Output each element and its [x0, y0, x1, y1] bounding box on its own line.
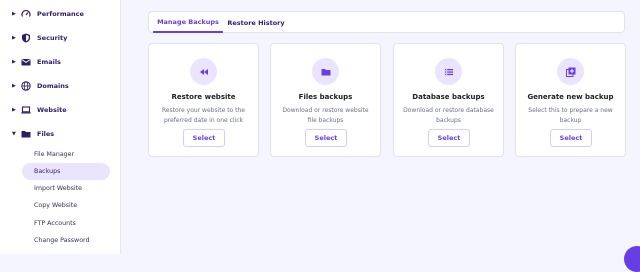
- sidebar-subitem-file-manager[interactable]: File Manager: [22, 146, 110, 163]
- card-files-backups: Files backups Download or restore websit…: [270, 43, 381, 157]
- sidebar-subitem-copy-website[interactable]: Copy Website: [22, 197, 110, 214]
- sidebar-item-label: Security: [37, 34, 68, 42]
- card-title: Files backups: [298, 93, 353, 101]
- select-button[interactable]: Select: [428, 129, 470, 147]
- chevron-right-icon: ▶: [12, 107, 16, 113]
- card-description: Select this to prepare a new backup: [528, 107, 613, 124]
- sidebar-item-label: Website: [37, 106, 67, 114]
- card-description: Restore your website to the preferred da…: [161, 107, 245, 124]
- chat-launcher-button[interactable]: [624, 246, 640, 272]
- tab-restore-history[interactable]: Restore History: [225, 12, 287, 33]
- chevron-right-icon: ▶: [12, 35, 16, 41]
- gauge-icon: [21, 9, 31, 19]
- card-database-backups: Database backups Download or restore dat…: [393, 43, 504, 157]
- sidebar-item-security[interactable]: ▶ Security: [0, 26, 120, 50]
- sidebar-item-website[interactable]: ▶ Website: [0, 98, 120, 122]
- card-title: Generate new backup: [527, 93, 614, 101]
- select-button[interactable]: Select: [305, 129, 347, 147]
- select-button[interactable]: Select: [183, 129, 225, 147]
- chevron-right-icon: ▶: [12, 11, 16, 17]
- sidebar-subitem-import-website[interactable]: Import Website: [22, 180, 110, 197]
- sidebar-subitem-change-password[interactable]: Change Password: [22, 232, 110, 249]
- tab-manage-backups[interactable]: Manage Backups: [153, 12, 223, 33]
- sidebar-item-domains[interactable]: ▶ Domains: [0, 74, 120, 98]
- select-button[interactable]: Select: [550, 129, 592, 147]
- sidebar-subitem-backups[interactable]: Backups: [22, 163, 110, 180]
- folder-icon: [21, 129, 31, 139]
- sidebar-item-label: Files: [37, 130, 55, 138]
- card-generate-new-backup: Generate new backup Select this to prepa…: [515, 43, 626, 157]
- laptop-icon: [21, 105, 31, 115]
- card-title: Restore website: [171, 93, 236, 101]
- card-description: Download or restore database backups: [403, 107, 494, 124]
- sidebar-item-label: Performance: [37, 10, 84, 18]
- sidebar-item-label: Emails: [37, 58, 61, 66]
- sidebar: ▶ Performance ▶ Security ▶ Emails ▶ Doma…: [0, 0, 121, 254]
- sidebar-subitem-ftp-accounts[interactable]: FTP Accounts: [22, 215, 110, 232]
- sidebar-item-label: Domains: [37, 82, 69, 90]
- chevron-right-icon: ▶: [12, 83, 16, 89]
- add-backup-icon: [557, 58, 584, 85]
- chevron-right-icon: ▶: [12, 59, 16, 65]
- shield-icon: [21, 33, 31, 43]
- chevron-down-icon: ▼: [12, 131, 16, 137]
- envelope-icon: [21, 57, 31, 67]
- folder-icon: [312, 58, 339, 85]
- rewind-icon: [190, 58, 217, 85]
- database-list-icon: [435, 58, 462, 85]
- sidebar-item-files[interactable]: ▼ Files: [0, 122, 120, 146]
- card-description: Download or restore website file backups: [282, 107, 369, 124]
- globe-icon: [21, 81, 31, 91]
- sidebar-item-emails[interactable]: ▶ Emails: [0, 50, 120, 74]
- card-title: Database backups: [412, 93, 485, 101]
- card-restore-website: Restore website Restore your website to …: [148, 43, 259, 157]
- sidebar-item-performance[interactable]: ▶ Performance: [0, 2, 120, 26]
- backup-tabs: Manage Backups Restore History: [148, 11, 625, 33]
